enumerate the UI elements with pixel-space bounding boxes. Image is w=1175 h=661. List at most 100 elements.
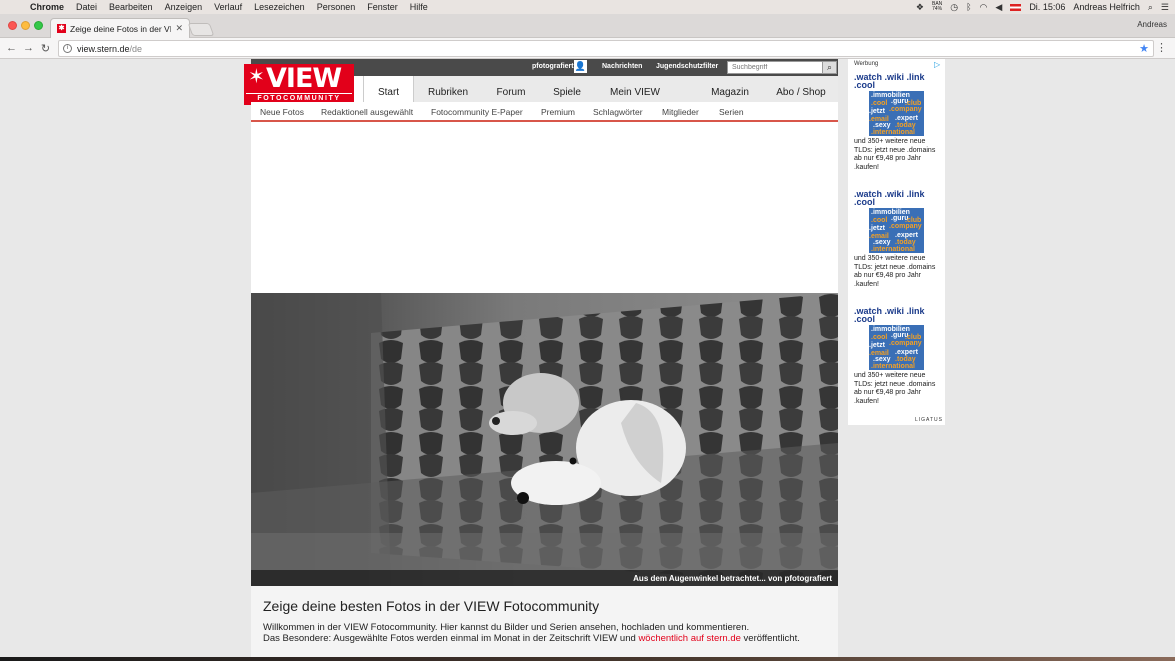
ad-text[interactable]: und 350+ weitere neue TLDs: jetzt neue .… [854, 255, 940, 289]
topbar-jugendschutzfilter-link[interactable]: Jugendschutzfilter [656, 63, 718, 70]
hero-photo[interactable]: Aus dem Augenwinkel betrachtet... von pf… [251, 293, 838, 586]
search-icon[interactable]: ⌕ [822, 61, 837, 74]
forward-arrow-icon[interactable]: → [20, 42, 37, 54]
ad-block[interactable]: .watch .wiki .link .cool .immobilien .co… [854, 190, 940, 289]
ad-image-word: .jetzt [869, 342, 885, 349]
notification-center-icon[interactable]: ☰ [1161, 2, 1169, 13]
ad-text[interactable]: und 350+ weitere neue TLDs: jetzt neue .… [854, 372, 940, 406]
ad-image-word: .cool [871, 217, 888, 224]
menu-fenster[interactable]: Fenster [361, 2, 404, 12]
page-viewport: pfotografiert 👤 Nachrichten Jugendschutz… [0, 59, 1175, 657]
bluetooth-icon[interactable]: ᛒ [966, 2, 971, 12]
subnav-neue-fotos[interactable]: Neue Fotos [260, 107, 304, 117]
ad-image-word: .sexy [873, 356, 891, 363]
new-tab-button[interactable] [187, 23, 215, 36]
site-search-input[interactable] [727, 61, 824, 74]
macos-menu-bar: Chrome Datei Bearbeiten Anzeigen Verlauf… [0, 0, 1175, 14]
minimize-window-button[interactable] [21, 21, 30, 30]
ad-image-word: .international [871, 246, 915, 253]
subnav-serien[interactable]: Serien [719, 107, 744, 117]
ad-block[interactable]: .watch .wiki .link .cool .immobilien .co… [854, 73, 940, 172]
nav-magazin[interactable]: Magazin [705, 76, 755, 102]
profile-button[interactable]: Andreas [1137, 20, 1167, 29]
ad-sidebar: Werbung ▷ .watch .wiki .link .cool .immo… [848, 59, 945, 425]
ad-image-word: .company [889, 223, 922, 230]
url-path: /de [129, 43, 143, 54]
ad-image-word: .today [895, 239, 916, 246]
ad-image[interactable]: .immobilien .cool .guru .club .jetzt .co… [869, 91, 924, 136]
topbar-user-link[interactable]: pfotografiert [532, 63, 574, 70]
subnav-epaper[interactable]: Fotocommunity E-Paper [431, 107, 523, 117]
ad-block[interactable]: .watch .wiki .link .cool .immobilien .co… [854, 307, 940, 406]
close-tab-icon[interactable]: ✕ [175, 23, 183, 34]
address-bar[interactable]: i view.stern.de/de ★ [58, 40, 1154, 57]
subnav-premium[interactable]: Premium [541, 107, 575, 117]
zoom-window-button[interactable] [34, 21, 43, 30]
ad-image-word: .sexy [873, 122, 891, 129]
battery-status[interactable]: BAN 74% [932, 2, 942, 12]
user-avatar-icon[interactable]: 👤 [574, 60, 587, 73]
view-site: pfotografiert 👤 Nachrichten Jugendschutz… [244, 59, 838, 657]
spotlight-icon[interactable]: ⌕ [1148, 2, 1153, 13]
ad-image-word: .expert [895, 232, 918, 239]
menu-bearbeiten[interactable]: Bearbeiten [103, 2, 159, 12]
page-headline: Zeige deine besten Fotos in der VIEW Fot… [263, 598, 600, 614]
url-host: view.stern.de [77, 43, 130, 54]
subnav-redaktionell[interactable]: Redaktionell ausgewählt [321, 107, 413, 117]
menubar-clock[interactable]: Di. 15:06 [1029, 2, 1065, 12]
topbar-nachrichten-link[interactable]: Nachrichten [602, 63, 642, 70]
volume-icon[interactable]: ◀ [995, 2, 1002, 13]
menu-app-chrome[interactable]: Chrome [24, 2, 70, 12]
nav-start[interactable]: Start [363, 76, 414, 102]
ad-image[interactable]: .immobilien .cool .guru .club .jetzt .co… [869, 208, 924, 253]
dogs-photo-image [251, 293, 838, 586]
logo-word: VIEW [266, 63, 342, 94]
browser-toolbar: ← → ↻ i view.stern.de/de ★ ⋮ [0, 38, 1175, 59]
subnav-schlagwoerter[interactable]: Schlagwörter [593, 107, 643, 117]
ad-headline[interactable]: .watch .wiki .link .cool [854, 307, 940, 324]
time-machine-icon[interactable]: ◷ [950, 2, 958, 13]
intro-section: Zeige deine besten Fotos in der VIEW Fot… [251, 586, 838, 657]
browser-tab-active[interactable]: ✱ Zeige deine Fotos in der VIEW ✕ [50, 18, 190, 38]
adchoices-icon[interactable]: ▷ [934, 60, 943, 69]
ad-headline[interactable]: .watch .wiki .link .cool [854, 190, 940, 207]
ad-image[interactable]: .immobilien .cool .guru .club .jetzt .co… [869, 325, 924, 370]
intro-line-2-prefix: Das Besondere: Ausgewählte Fotos werden … [263, 633, 639, 644]
nav-rubriken[interactable]: Rubriken [423, 76, 473, 102]
browser-tab-strip: ✱ Zeige deine Fotos in der VIEW ✕ Andrea… [0, 14, 1175, 38]
site-info-icon[interactable]: i [63, 44, 72, 53]
main-navigation: Start Rubriken Forum Spiele Mein VIEW Ma… [363, 76, 838, 102]
ad-text[interactable]: und 350+ weitere neue TLDs: jetzt neue .… [854, 138, 940, 172]
view-logo[interactable]: ✶ VIEW FOTOCOMMUNITY [244, 64, 354, 105]
menu-anzeigen[interactable]: Anzeigen [159, 2, 209, 12]
subnav-mitglieder[interactable]: Mitglieder [662, 107, 699, 117]
menu-datei[interactable]: Datei [70, 2, 103, 12]
nav-forum[interactable]: Forum [487, 76, 535, 102]
back-arrow-icon[interactable]: ← [3, 42, 20, 54]
menu-lesezeichen[interactable]: Lesezeichen [248, 2, 311, 12]
menu-hilfe[interactable]: Hilfe [404, 2, 434, 12]
menubar-user[interactable]: Andreas Helfrich [1073, 2, 1140, 12]
stern-favicon-icon: ✱ [57, 24, 66, 33]
nav-spiele[interactable]: Spiele [543, 76, 591, 102]
reload-icon[interactable]: ↻ [37, 42, 54, 55]
ad-image-word: .today [895, 356, 916, 363]
ad-network-label[interactable]: LIGATUS [915, 417, 943, 423]
dropbox-icon[interactable]: ❖ [916, 2, 924, 13]
nav-mein-view[interactable]: Mein VIEW [603, 76, 667, 102]
desktop-dock-strip [0, 657, 1175, 661]
wifi-icon[interactable]: ◠ [980, 2, 988, 13]
menu-personen[interactable]: Personen [311, 2, 362, 12]
bookmark-star-icon[interactable]: ★ [1139, 42, 1149, 55]
intro-line-2-suffix: veröffentlicht. [740, 633, 800, 644]
close-window-button[interactable] [8, 21, 17, 30]
intro-line-1: Willkommen in der VIEW Fotocommunity. Hi… [263, 622, 750, 633]
ad-headline[interactable]: .watch .wiki .link .cool [854, 73, 940, 90]
menu-verlauf[interactable]: Verlauf [208, 2, 248, 12]
chrome-menu-icon[interactable]: ⋮ [1156, 41, 1167, 54]
input-source-flag-icon[interactable] [1010, 3, 1022, 11]
ad-image-word: .expert [895, 115, 918, 122]
nav-abo-shop[interactable]: Abo / Shop [771, 76, 831, 102]
stern-weekly-link[interactable]: wöchentlich auf stern.de [638, 633, 740, 644]
intro-text: Willkommen in der VIEW Fotocommunity. Hi… [263, 622, 826, 644]
